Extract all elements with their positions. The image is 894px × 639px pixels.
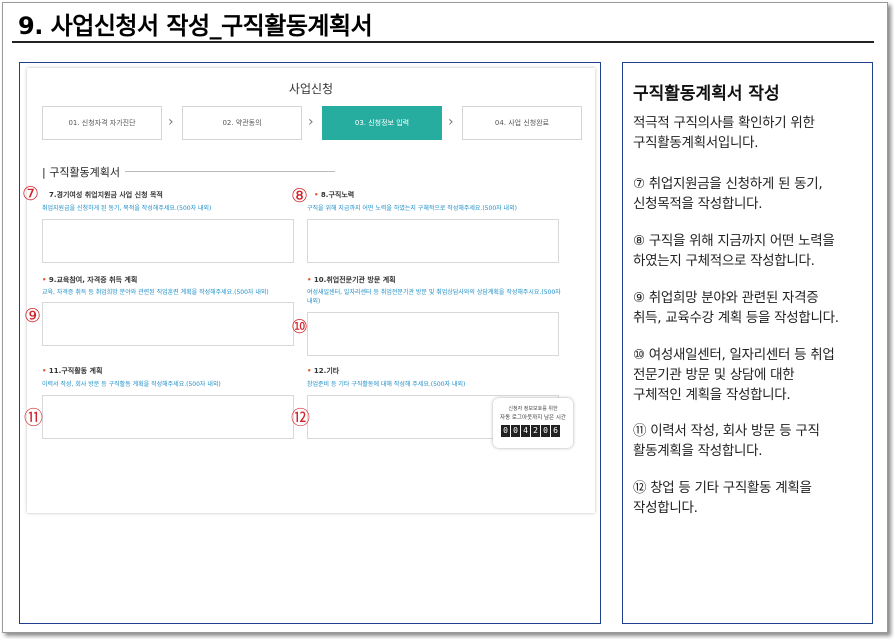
- guide-item-10: ⑩ 여성새일센터, 일자리센터 등 취업 전문기관 방문 및 상담에 대한 구체…: [633, 347, 835, 403]
- guide-item-7: ⑦ 취업지원금을 신청하게 된 동기, 신청목적을 작성합니다.: [633, 176, 823, 212]
- guide-item-8: ⑧ 구직을 위해 지금까지 어떤 노력을 하였는지 구체적으로 작성합니다.: [633, 233, 835, 269]
- timer-caption: 신청자 정보보호를 위한: [508, 406, 558, 412]
- screenshot-panel: 사업신청 01. 신청자격 자가진단 › 02. 약관동의 › 03. 신청정보…: [19, 62, 601, 624]
- marker-10: ⑩: [291, 316, 309, 338]
- field-10-label: • 10.취업전문기관 방문 계획: [307, 276, 396, 284]
- field-8-label: • 8.구직노력: [314, 191, 355, 199]
- field-9-textarea[interactable]: [42, 302, 294, 346]
- field-10-textarea[interactable]: [307, 312, 559, 356]
- field-12-label: • 12.기타: [307, 367, 340, 375]
- chevron-right-icon: ›: [308, 114, 314, 130]
- guide-item-12: ⑫ 창업 등 기타 구직활동 계획을 작성합니다.: [633, 480, 812, 516]
- field-7-textarea[interactable]: [42, 219, 294, 263]
- timer-digit: 0: [511, 425, 520, 437]
- section-heading: | 구직활동계획서: [42, 166, 121, 179]
- field-11-textarea[interactable]: [42, 395, 294, 439]
- chevron-right-icon: ›: [168, 114, 174, 130]
- step-progress: 01. 신청자격 자가진단 › 02. 약관동의 › 03. 신청정보 입력 ›…: [42, 106, 582, 140]
- application-form-screen: 사업신청 01. 신청자격 자가진단 › 02. 약관동의 › 03. 신청정보…: [22, 68, 595, 513]
- guide-item-11: ⑪ 이력서 작성, 회사 방문 등 구직 활동계획을 작성합니다.: [633, 423, 820, 459]
- timer-digits: 0 0 4 2 0 6: [501, 425, 560, 437]
- marker-11: ⑪: [24, 407, 44, 429]
- timer-digit: 6: [551, 425, 560, 437]
- logout-timer: 신청자 정보보호를 위한 자동 로그아웃까지 남은 시간 0 0 4 2 0 6: [493, 398, 573, 448]
- step-2[interactable]: 02. 약관동의: [182, 106, 302, 140]
- timer-digit: 0: [541, 425, 550, 437]
- field-12-hint: 창업준비 등 기타 구직활동에 대해 작성해 주세요.(500자 내외): [307, 381, 466, 388]
- timer-digit: 4: [521, 425, 530, 437]
- timer-digit: 0: [501, 425, 510, 437]
- page-title: 9. 사업신청서 작성_구직활동계획서: [18, 12, 373, 40]
- marker-9: ⑨: [24, 305, 42, 327]
- section-divider: [125, 171, 335, 172]
- field-10-hint: 여성새일센터, 일자리센터 등 취업전문기관 방문 및 취업상담사와의 상담계획…: [307, 289, 561, 305]
- guide-title: 구직활동계획서 작성: [633, 84, 780, 104]
- marker-7: ⑦: [22, 183, 40, 205]
- timer-digit: 2: [531, 425, 540, 437]
- step-4[interactable]: 04. 사업 신청완료: [462, 106, 582, 140]
- field-8-hint: 구직을 위해 지금까지 어떤 노력을 하였는지 구체적으로 작성해주세요.(50…: [307, 205, 517, 212]
- title-divider: [12, 41, 874, 43]
- field-9-hint: 교육, 자격증 취득 등 취업희망 분야와 관련된 직업훈련 계획을 작성해주세…: [42, 289, 269, 296]
- field-11-label: • 11.구직활동 계획: [42, 367, 103, 375]
- field-7-label: 7.경기여성 취업지원금 사업 신청 목적: [49, 191, 163, 199]
- field-11-hint: 이력서 작성, 회사 방문 등 구직활동 계획을 작성해주세요.(500자 내외…: [42, 381, 221, 388]
- field-7-hint: 취업지원금을 신청하게 된 동기, 목적을 작성해주세요.(500자 내외): [42, 205, 212, 212]
- field-8-textarea[interactable]: [307, 219, 559, 263]
- step-1[interactable]: 01. 신청자격 자가진단: [42, 106, 162, 140]
- guide-intro: 적극적 구직의사를 확인하기 위한 구직활동계획서입니다.: [633, 115, 815, 151]
- guide-panel: 구직활동계획서 작성 적극적 구직의사를 확인하기 위한 구직활동계획서입니다.…: [622, 62, 873, 624]
- marker-8: ⑧: [291, 185, 309, 207]
- chevron-right-icon: ›: [448, 114, 454, 130]
- marker-12: ⑫: [291, 407, 311, 429]
- guide-item-9: ⑨ 취업희망 분야와 관련된 자격증 취득, 교육수강 계획 등을 작성합니다.: [633, 290, 839, 326]
- timer-subcaption: 자동 로그아웃까지 남은 시간: [500, 415, 566, 421]
- step-3-active[interactable]: 03. 신청정보 입력: [322, 106, 442, 140]
- form-title: 사업신청: [288, 82, 334, 96]
- field-9-label: • 9.교육참여, 자격증 취득 계획: [42, 276, 138, 284]
